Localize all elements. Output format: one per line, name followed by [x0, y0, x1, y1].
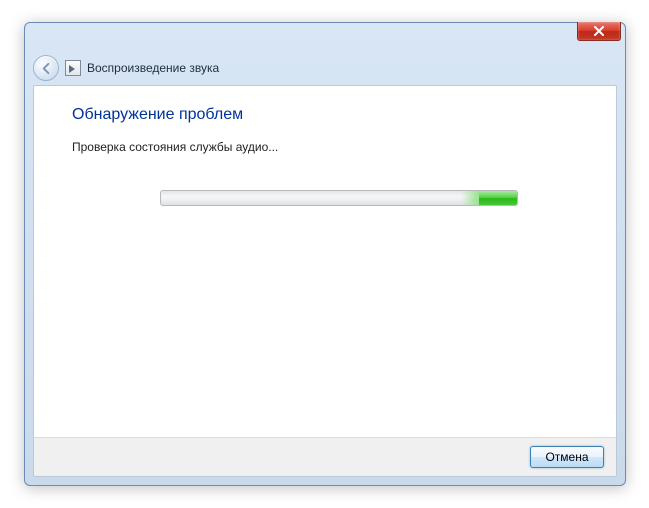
cancel-button[interactable]: Отмена	[530, 446, 604, 468]
window-title: Воспроизведение звука	[87, 61, 219, 75]
progress-bar	[160, 190, 518, 206]
close-button[interactable]	[577, 22, 621, 41]
titlebar	[25, 23, 625, 51]
content-area: Обнаружение проблем Проверка состояния с…	[33, 85, 617, 437]
troubleshooter-window: Воспроизведение звука Обнаружение пробле…	[24, 22, 626, 486]
status-text: Проверка состояния службы аудио...	[72, 140, 278, 154]
back-button[interactable]	[33, 55, 59, 81]
page-heading: Обнаружение проблем	[72, 106, 243, 124]
close-icon	[593, 26, 605, 36]
footer: Отмена	[33, 437, 617, 477]
app-icon	[65, 60, 81, 76]
nav-row: Воспроизведение звука	[33, 53, 617, 83]
progress-fill	[479, 191, 517, 205]
back-arrow-icon	[40, 62, 53, 75]
